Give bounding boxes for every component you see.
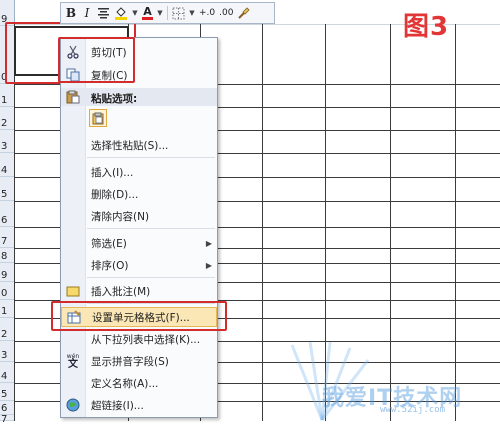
menu-item-show-phonetic[interactable]: wén 文 显示拼音字段(S)	[61, 351, 217, 371]
row-header[interactable]: 4	[0, 362, 14, 383]
submenu-arrow-icon: ▶	[205, 260, 212, 270]
row-header[interactable]: 0	[0, 282, 14, 300]
paste-clipboard-icon	[92, 112, 104, 124]
toolbar-separator	[167, 6, 168, 20]
row-header[interactable]: 2	[0, 318, 14, 341]
menu-item-filter[interactable]: 筛选(E) ▶	[61, 233, 217, 253]
row-header[interactable]: 8	[0, 248, 14, 263]
decrease-decimal-icon[interactable]: .00	[219, 5, 233, 21]
paste-option-button[interactable]	[89, 109, 107, 127]
menu-item-insert[interactable]: 插入(I)...	[61, 162, 217, 182]
border-icon[interactable]	[172, 5, 185, 21]
menu-item-define-name[interactable]: 定义名称(A)...	[61, 373, 217, 393]
row-header[interactable]: 1	[0, 300, 14, 318]
fill-color-icon[interactable]	[114, 5, 128, 21]
row-header[interactable]: 6	[0, 401, 14, 415]
menu-item-sort[interactable]: 排序(O) ▶	[61, 255, 217, 275]
hyperlink-globe-icon	[65, 397, 81, 413]
menu-item-hyperlink[interactable]: 超链接(I)...	[61, 395, 217, 415]
row-header[interactable]: 7	[0, 227, 14, 248]
menu-item-delete[interactable]: 删除(D)...	[61, 184, 217, 204]
menu-item-paste-special[interactable]: 选择性粘贴(S)...	[61, 135, 217, 155]
figure-label: 图3	[403, 12, 450, 42]
bold-button[interactable]: B	[65, 5, 77, 21]
row-header[interactable]: 7	[0, 415, 14, 425]
submenu-arrow-icon: ▶	[205, 238, 212, 248]
increase-decimal-icon[interactable]: +.0	[199, 5, 215, 21]
grid-column-line	[455, 24, 456, 421]
paste-options-header: 粘贴选项:	[61, 88, 217, 106]
comment-icon	[65, 283, 81, 299]
menu-item-pick-from-list[interactable]: 从下拉列表中选择(K)...	[61, 329, 217, 349]
row-header[interactable]: 1	[0, 84, 14, 107]
menu-separator	[87, 277, 215, 278]
menu-item-insert-comment[interactable]: 插入批注(M)	[61, 281, 217, 301]
format-painter-icon[interactable]	[237, 5, 251, 21]
cut-copy-red-highlight	[58, 37, 135, 83]
grid-column-line	[390, 24, 391, 421]
row-header[interactable]: 3	[0, 130, 14, 153]
row-header[interactable]: 6	[0, 201, 14, 227]
border-dropdown[interactable]: ▼	[189, 5, 195, 21]
format-cells-red-highlight	[51, 301, 227, 331]
row-header[interactable]: 4	[0, 153, 14, 177]
paste-icon	[65, 89, 81, 105]
row-header[interactable]: 3	[0, 341, 14, 362]
grid-column-line	[325, 24, 326, 421]
menu-item-clear-contents[interactable]: 清除内容(N)	[61, 206, 217, 226]
menu-separator	[87, 157, 215, 158]
menu-separator	[87, 228, 215, 229]
fill-color-dropdown[interactable]: ▼	[132, 5, 138, 21]
row-header[interactable]: 5	[0, 383, 14, 401]
font-color-dropdown[interactable]: ▼	[157, 5, 163, 21]
row-header[interactable]: 9	[0, 263, 14, 282]
phonetic-icon: wén 文	[66, 353, 80, 370]
context-menu: 剪切(T) 复制(C) 粘贴选项: 选择性粘贴(S)... 插入(I)... 删…	[60, 37, 218, 418]
italic-button[interactable]: I	[81, 5, 93, 21]
row-header[interactable]: 2	[0, 107, 14, 130]
align-center-icon[interactable]	[97, 5, 110, 21]
font-color-icon[interactable]: A	[142, 5, 153, 21]
grid-column-line	[262, 24, 263, 421]
mini-toolbar: B I ▼ A ▼ ▼ +.0 .00	[60, 2, 275, 24]
row-header[interactable]: 5	[0, 177, 14, 201]
